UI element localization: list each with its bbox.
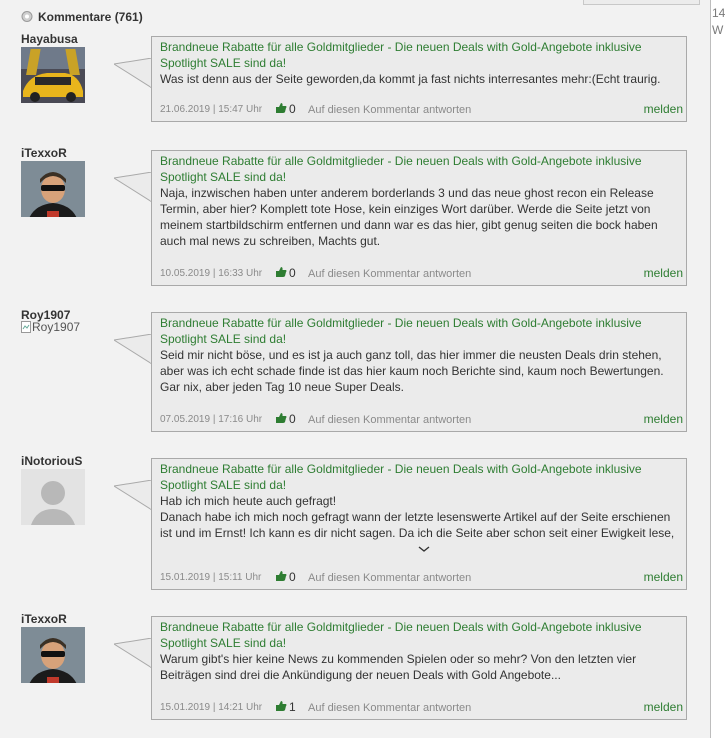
article-link[interactable]: Brandneue Rabatte für alle Goldmitgliede…	[160, 315, 680, 347]
article-link[interactable]: Brandneue Rabatte für alle Goldmitgliede…	[160, 39, 680, 71]
comment-footer: 10.05.2019 | 16:33 Uhr 0 Auf diesen Komm…	[160, 265, 683, 280]
comment-item: iTexxoR Brandneue Rabatte für alle Goldm…	[0, 612, 700, 722]
comment-author[interactable]: Hayabusa	[21, 32, 78, 46]
report-link[interactable]: melden	[644, 700, 683, 714]
comment-item: iTexxoR Brandneue Rabatte für alle Goldm…	[0, 146, 700, 291]
comment-box: Brandneue Rabatte für alle Goldmitgliede…	[151, 150, 687, 286]
like-count: 0	[289, 102, 296, 116]
avatar[interactable]	[21, 47, 85, 103]
comment-item: iNotoriouS Brandneue Rabatte für alle Go…	[0, 454, 700, 594]
comment-date: 15.01.2019 | 15:11 Uhr	[160, 572, 262, 583]
comment-bubble-icon	[21, 11, 33, 22]
thumbs-up-icon[interactable]	[275, 102, 287, 114]
comment-date: 07.05.2019 | 17:16 Uhr	[160, 414, 263, 425]
chevron-down-icon[interactable]	[418, 545, 430, 553]
article-link[interactable]: Brandneue Rabatte für alle Goldmitgliede…	[160, 619, 680, 651]
comment-text: Warum gibt's hier keine News zu kommende…	[160, 652, 637, 682]
comment-date: 21.06.2019 | 15:47 Uhr	[160, 104, 263, 115]
comment-box: Brandneue Rabatte für alle Goldmitgliede…	[151, 312, 687, 432]
comments-count-label: Kommentare (761)	[38, 10, 143, 24]
reply-link[interactable]: Auf diesen Kommentar antworten	[308, 702, 471, 714]
broken-image-icon	[21, 321, 31, 333]
comment-text: Was ist denn aus der Seite geworden,da k…	[160, 72, 661, 86]
avatar[interactable]	[21, 469, 85, 525]
avatar[interactable]	[21, 161, 85, 217]
comment-author[interactable]: iTexxoR	[21, 146, 67, 160]
comments-panel: Kommentare (761) Hayabusa Brandneue Raba…	[0, 0, 711, 738]
bubble-tail	[112, 479, 153, 511]
comment-box: Brandneue Rabatte für alle Goldmitgliede…	[151, 36, 687, 122]
comment-author[interactable]: iNotoriouS	[21, 454, 82, 468]
like-count: 0	[289, 266, 296, 280]
reply-link[interactable]: Auf diesen Kommentar antworten	[308, 268, 471, 280]
thumbs-up-icon[interactable]	[275, 700, 287, 712]
comment-text: Naja, inzwischen haben unter anderem bor…	[160, 186, 658, 248]
comment-item: Hayabusa Brandneue Rabatte für alle Gold…	[0, 32, 700, 128]
comment-box: Brandneue Rabatte für alle Goldmitgliede…	[151, 616, 687, 720]
reply-link[interactable]: Auf diesen Kommentar antworten	[308, 414, 471, 426]
avatar[interactable]: Roy1907	[21, 320, 80, 334]
avatar-alt-text: Roy1907	[32, 320, 81, 334]
thumbs-up-icon[interactable]	[275, 266, 287, 278]
comment-box: Brandneue Rabatte für alle Goldmitgliede…	[151, 458, 687, 590]
like-count: 0	[289, 412, 296, 426]
bubble-tail	[112, 171, 153, 203]
top-tab[interactable]	[583, 0, 700, 5]
report-link[interactable]: melden	[644, 570, 683, 584]
bubble-tail	[112, 57, 153, 89]
like-count: 0	[289, 570, 296, 584]
report-link[interactable]: melden	[644, 266, 683, 280]
thumbs-up-icon[interactable]	[275, 570, 287, 582]
comments-header: Kommentare (761)	[21, 9, 143, 25]
comment-text: Seid mir nicht böse, und es ist ja auch …	[160, 348, 664, 394]
comment-footer: 15.01.2019 | 14:21 Uhr 1 Auf diesen Komm…	[160, 699, 683, 714]
sidebar-edge: 14 W	[712, 0, 726, 738]
reply-link[interactable]: Auf diesen Kommentar antworten	[308, 572, 471, 584]
sidebar-edge-text: 14	[712, 6, 726, 20]
comment-footer: 15.01.2019 | 15:11 Uhr 0 Auf diesen Komm…	[160, 569, 683, 584]
comment-author[interactable]: iTexxoR	[21, 612, 67, 626]
avatar[interactable]	[21, 627, 85, 683]
article-link[interactable]: Brandneue Rabatte für alle Goldmitgliede…	[160, 153, 680, 185]
comment-item: Roy1907 Roy1907 Brandneue Rabatte für al…	[0, 308, 700, 432]
comment-date: 15.01.2019 | 14:21 Uhr	[160, 702, 263, 713]
bubble-tail	[112, 333, 153, 365]
thumbs-up-icon[interactable]	[275, 412, 287, 424]
report-link[interactable]: melden	[644, 102, 683, 116]
sidebar-edge-text: W	[712, 23, 724, 37]
comment-date: 10.05.2019 | 16:33 Uhr	[160, 268, 263, 279]
like-count: 1	[289, 700, 296, 714]
comment-footer: 21.06.2019 | 15:47 Uhr 0 Auf diesen Komm…	[160, 101, 683, 116]
comment-footer: 07.05.2019 | 17:16 Uhr 0 Auf diesen Komm…	[160, 411, 683, 426]
bubble-tail	[112, 637, 153, 669]
comment-text: Hab ich mich heute auch gefragt! Danach …	[160, 494, 675, 540]
article-link[interactable]: Brandneue Rabatte für alle Goldmitgliede…	[160, 461, 680, 493]
reply-link[interactable]: Auf diesen Kommentar antworten	[308, 104, 471, 116]
report-link[interactable]: melden	[644, 412, 683, 426]
